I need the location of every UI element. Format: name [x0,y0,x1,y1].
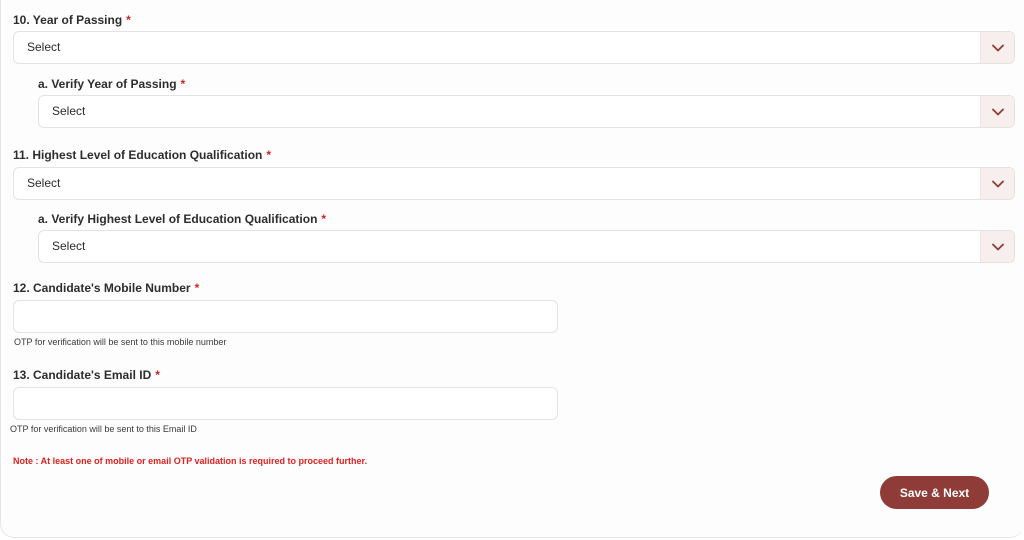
year-of-passing-select[interactable]: Select [13,31,1015,64]
email-id-hint: OTP for verification will be sent to thi… [10,424,197,434]
required-marker: * [266,148,272,162]
mobile-number-hint: OTP for verification will be sent to thi… [14,337,227,347]
verify-year-of-passing-select[interactable]: Select [38,95,1015,128]
year-of-passing-value: Select [27,40,61,54]
mobile-number-input[interactable] [13,300,558,333]
education-qualification-select[interactable]: Select [13,167,1015,200]
email-id-input[interactable] [13,387,558,420]
otp-validation-note: Note : At least one of mobile or email O… [13,456,368,466]
required-marker: * [126,13,131,27]
education-qualification-label: 11. Highest Level of Education Qualifica… [13,148,272,162]
verify-year-of-passing-value: Select [52,104,86,118]
mobile-number-label: 12. Candidate's Mobile Number * [13,281,200,295]
verify-education-qualification-label: a. Verify Highest Level of Education Qua… [38,212,327,226]
chevron-down-icon[interactable] [980,32,1014,63]
verify-education-qualification-select[interactable]: Select [38,230,1015,263]
required-marker: * [180,77,186,91]
year-of-passing-label: 10. Year of Passing * [13,13,131,27]
required-marker: * [194,281,200,295]
save-next-button[interactable]: Save & Next [880,476,989,509]
chevron-down-icon[interactable] [980,168,1014,199]
education-qualification-value: Select [27,176,61,190]
verify-year-of-passing-label: a. Verify Year of Passing * [38,77,186,91]
form-card: 10. Year of Passing * Select a. Verify Ye… [0,0,1024,538]
required-marker: * [155,368,160,382]
email-id-label: 13. Candidate's Email ID * [13,368,160,382]
chevron-down-icon[interactable] [980,96,1014,127]
required-marker: * [321,212,327,226]
chevron-down-icon[interactable] [980,231,1014,262]
verify-education-qualification-value: Select [52,239,86,253]
